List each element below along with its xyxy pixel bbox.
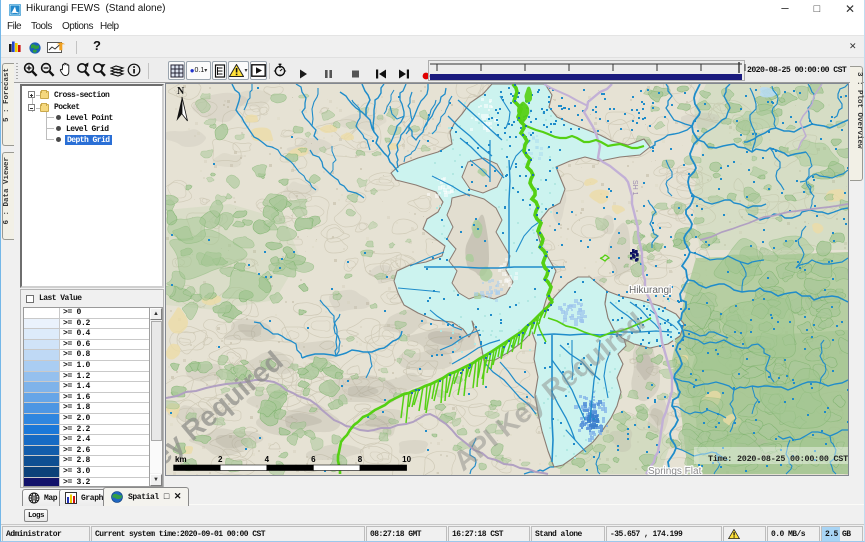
svg-text:Hikurangi: Hikurangi (629, 285, 671, 296)
svg-text:10: 10 (402, 455, 411, 464)
svg-text:N: N (177, 86, 185, 97)
svg-text:8: 8 (358, 455, 363, 464)
svg-text:Springs Flat: Springs Flat (648, 466, 702, 475)
svg-text:2: 2 (218, 455, 223, 464)
svg-text:4: 4 (265, 455, 270, 464)
svg-text:Time: 2020-08-25 00:00:00 CST: Time: 2020-08-25 00:00:00 CST (708, 454, 848, 464)
svg-text:SH 1: SH 1 (631, 180, 638, 196)
svg-text:6: 6 (311, 455, 316, 464)
svg-text:km: km (175, 455, 187, 464)
